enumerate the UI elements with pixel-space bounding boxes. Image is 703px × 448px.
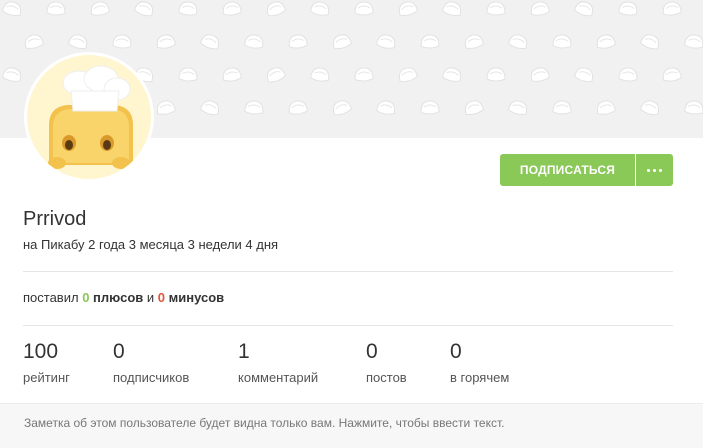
dumpling-pattern-icon [199, 34, 220, 50]
dumpling-pattern-icon [266, 67, 287, 83]
dumpling-pattern-icon [420, 100, 440, 115]
dumpling-pattern-icon [596, 100, 616, 115]
dumpling-pattern-icon [354, 67, 374, 82]
dumpling-pattern-icon [618, 1, 638, 16]
dumpling-pattern-icon [178, 1, 198, 16]
dumpling-pattern-icon [244, 34, 264, 49]
dumpling-pattern-icon [530, 1, 550, 16]
minus-count: 0 [157, 290, 166, 305]
dumpling-pattern-icon [310, 1, 330, 16]
ellipsis-icon [659, 168, 662, 172]
ellipsis-icon [647, 168, 650, 172]
user-note-text: Заметка об этом пользователе будет видна… [24, 416, 505, 430]
dumpling-pattern-icon [684, 100, 703, 115]
stat-comments[interactable]: 1 комментарий [238, 340, 318, 385]
plus-label: плюсов [93, 290, 144, 305]
dumpling-pattern-icon [90, 1, 110, 16]
more-options-button[interactable] [636, 154, 673, 186]
dumpling-pattern-icon [67, 34, 88, 50]
votes-prefix: поставил [23, 290, 79, 305]
dumpling-pattern-icon [398, 1, 419, 16]
dumpling-pattern-icon [133, 1, 154, 17]
dumpling-pattern-icon [288, 100, 308, 115]
dumpling-pattern-icon [420, 34, 440, 49]
dumpling-pattern-icon [507, 100, 528, 115]
dumpling-pattern-icon [441, 1, 462, 16]
ellipsis-icon [653, 168, 656, 172]
divider [23, 271, 673, 272]
dumpling-pattern-icon [178, 67, 198, 82]
dumpling-pattern-icon [398, 67, 419, 83]
dumpling-pattern-icon [684, 34, 703, 49]
dumpling-pattern-icon [530, 67, 550, 82]
stat-label: подписчиков [113, 370, 190, 385]
stat-value: 0 [366, 340, 378, 363]
stat-label: постов [366, 370, 407, 385]
dumpling-pattern-icon [464, 34, 485, 49]
dumpling-pattern-icon [639, 100, 660, 116]
dumpling-pattern-icon [199, 100, 220, 116]
dumpling-pattern-icon [354, 1, 374, 16]
dumpling-pattern-icon [288, 34, 308, 49]
dumpling-pattern-icon [552, 34, 572, 49]
chef-bread-avatar-icon [27, 55, 151, 179]
dumpling-pattern-icon [1, 1, 22, 16]
dumpling-pattern-icon [112, 34, 132, 49]
stat-value: 0 [450, 340, 462, 363]
stat-hot[interactable]: 0 в горячем [450, 340, 509, 385]
plus-count: 0 [82, 290, 90, 305]
dumpling-pattern-icon [442, 67, 462, 82]
avatar[interactable] [24, 52, 154, 182]
dumpling-pattern-icon [464, 100, 485, 116]
user-note[interactable]: Заметка об этом пользователе будет видна… [0, 403, 703, 448]
dumpling-pattern-icon [486, 67, 506, 82]
dumpling-pattern-icon [244, 100, 264, 115]
dumpling-pattern-icon [552, 100, 572, 115]
dumpling-pattern-icon [573, 67, 594, 83]
stat-value: 100 [23, 340, 59, 363]
dumpling-pattern-icon [266, 1, 287, 17]
dumpling-pattern-icon [332, 100, 353, 116]
dumpling-pattern-icon [596, 34, 616, 49]
member-since: на Пикабу 2 года 3 месяца 3 недели 4 дня [23, 237, 279, 252]
stat-value: 1 [238, 340, 250, 363]
subscribe-button[interactable]: ПОДПИСАТЬСЯ [500, 154, 635, 186]
dumpling-pattern-icon [618, 67, 638, 82]
stat-label: комментарий [238, 370, 319, 385]
dumpling-pattern-icon [662, 1, 682, 16]
dumpling-pattern-icon [24, 34, 45, 49]
dumpling-pattern-icon [156, 34, 176, 49]
stat-label: в горячем [450, 370, 510, 385]
stat-label: рейтинг [23, 370, 70, 385]
divider [23, 325, 673, 326]
dumpling-pattern-icon [639, 34, 660, 50]
dumpling-pattern-icon [662, 67, 682, 82]
profile-page: ПОДПИСАТЬСЯ Prrivod на Пикабу 2 года 3 м… [0, 0, 703, 448]
votes-conj: и [146, 290, 155, 305]
dumpling-pattern-icon [376, 34, 396, 49]
dumpling-pattern-icon [376, 100, 396, 115]
dumpling-pattern-icon [46, 1, 66, 16]
stat-value: 0 [113, 340, 125, 363]
votes-summary: поставил 0 плюсов и 0 минусов [23, 290, 224, 305]
dumpling-pattern-icon [573, 1, 594, 17]
dumpling-pattern-icon [310, 67, 330, 82]
minus-label: минусов [168, 290, 225, 305]
dumpling-pattern-icon [222, 67, 242, 82]
stat-rating[interactable]: 100 рейтинг [23, 340, 70, 385]
dumpling-pattern-icon [332, 34, 353, 50]
dumpling-pattern-icon [507, 34, 528, 50]
dumpling-pattern-icon [486, 1, 506, 16]
dumpling-pattern-icon [156, 100, 176, 115]
stat-posts[interactable]: 0 постов [366, 340, 407, 385]
dumpling-pattern-icon [222, 1, 242, 16]
dumpling-pattern-icon [2, 67, 22, 82]
stat-subscribers[interactable]: 0 подписчиков [113, 340, 189, 385]
username: Prrivod [23, 208, 87, 230]
